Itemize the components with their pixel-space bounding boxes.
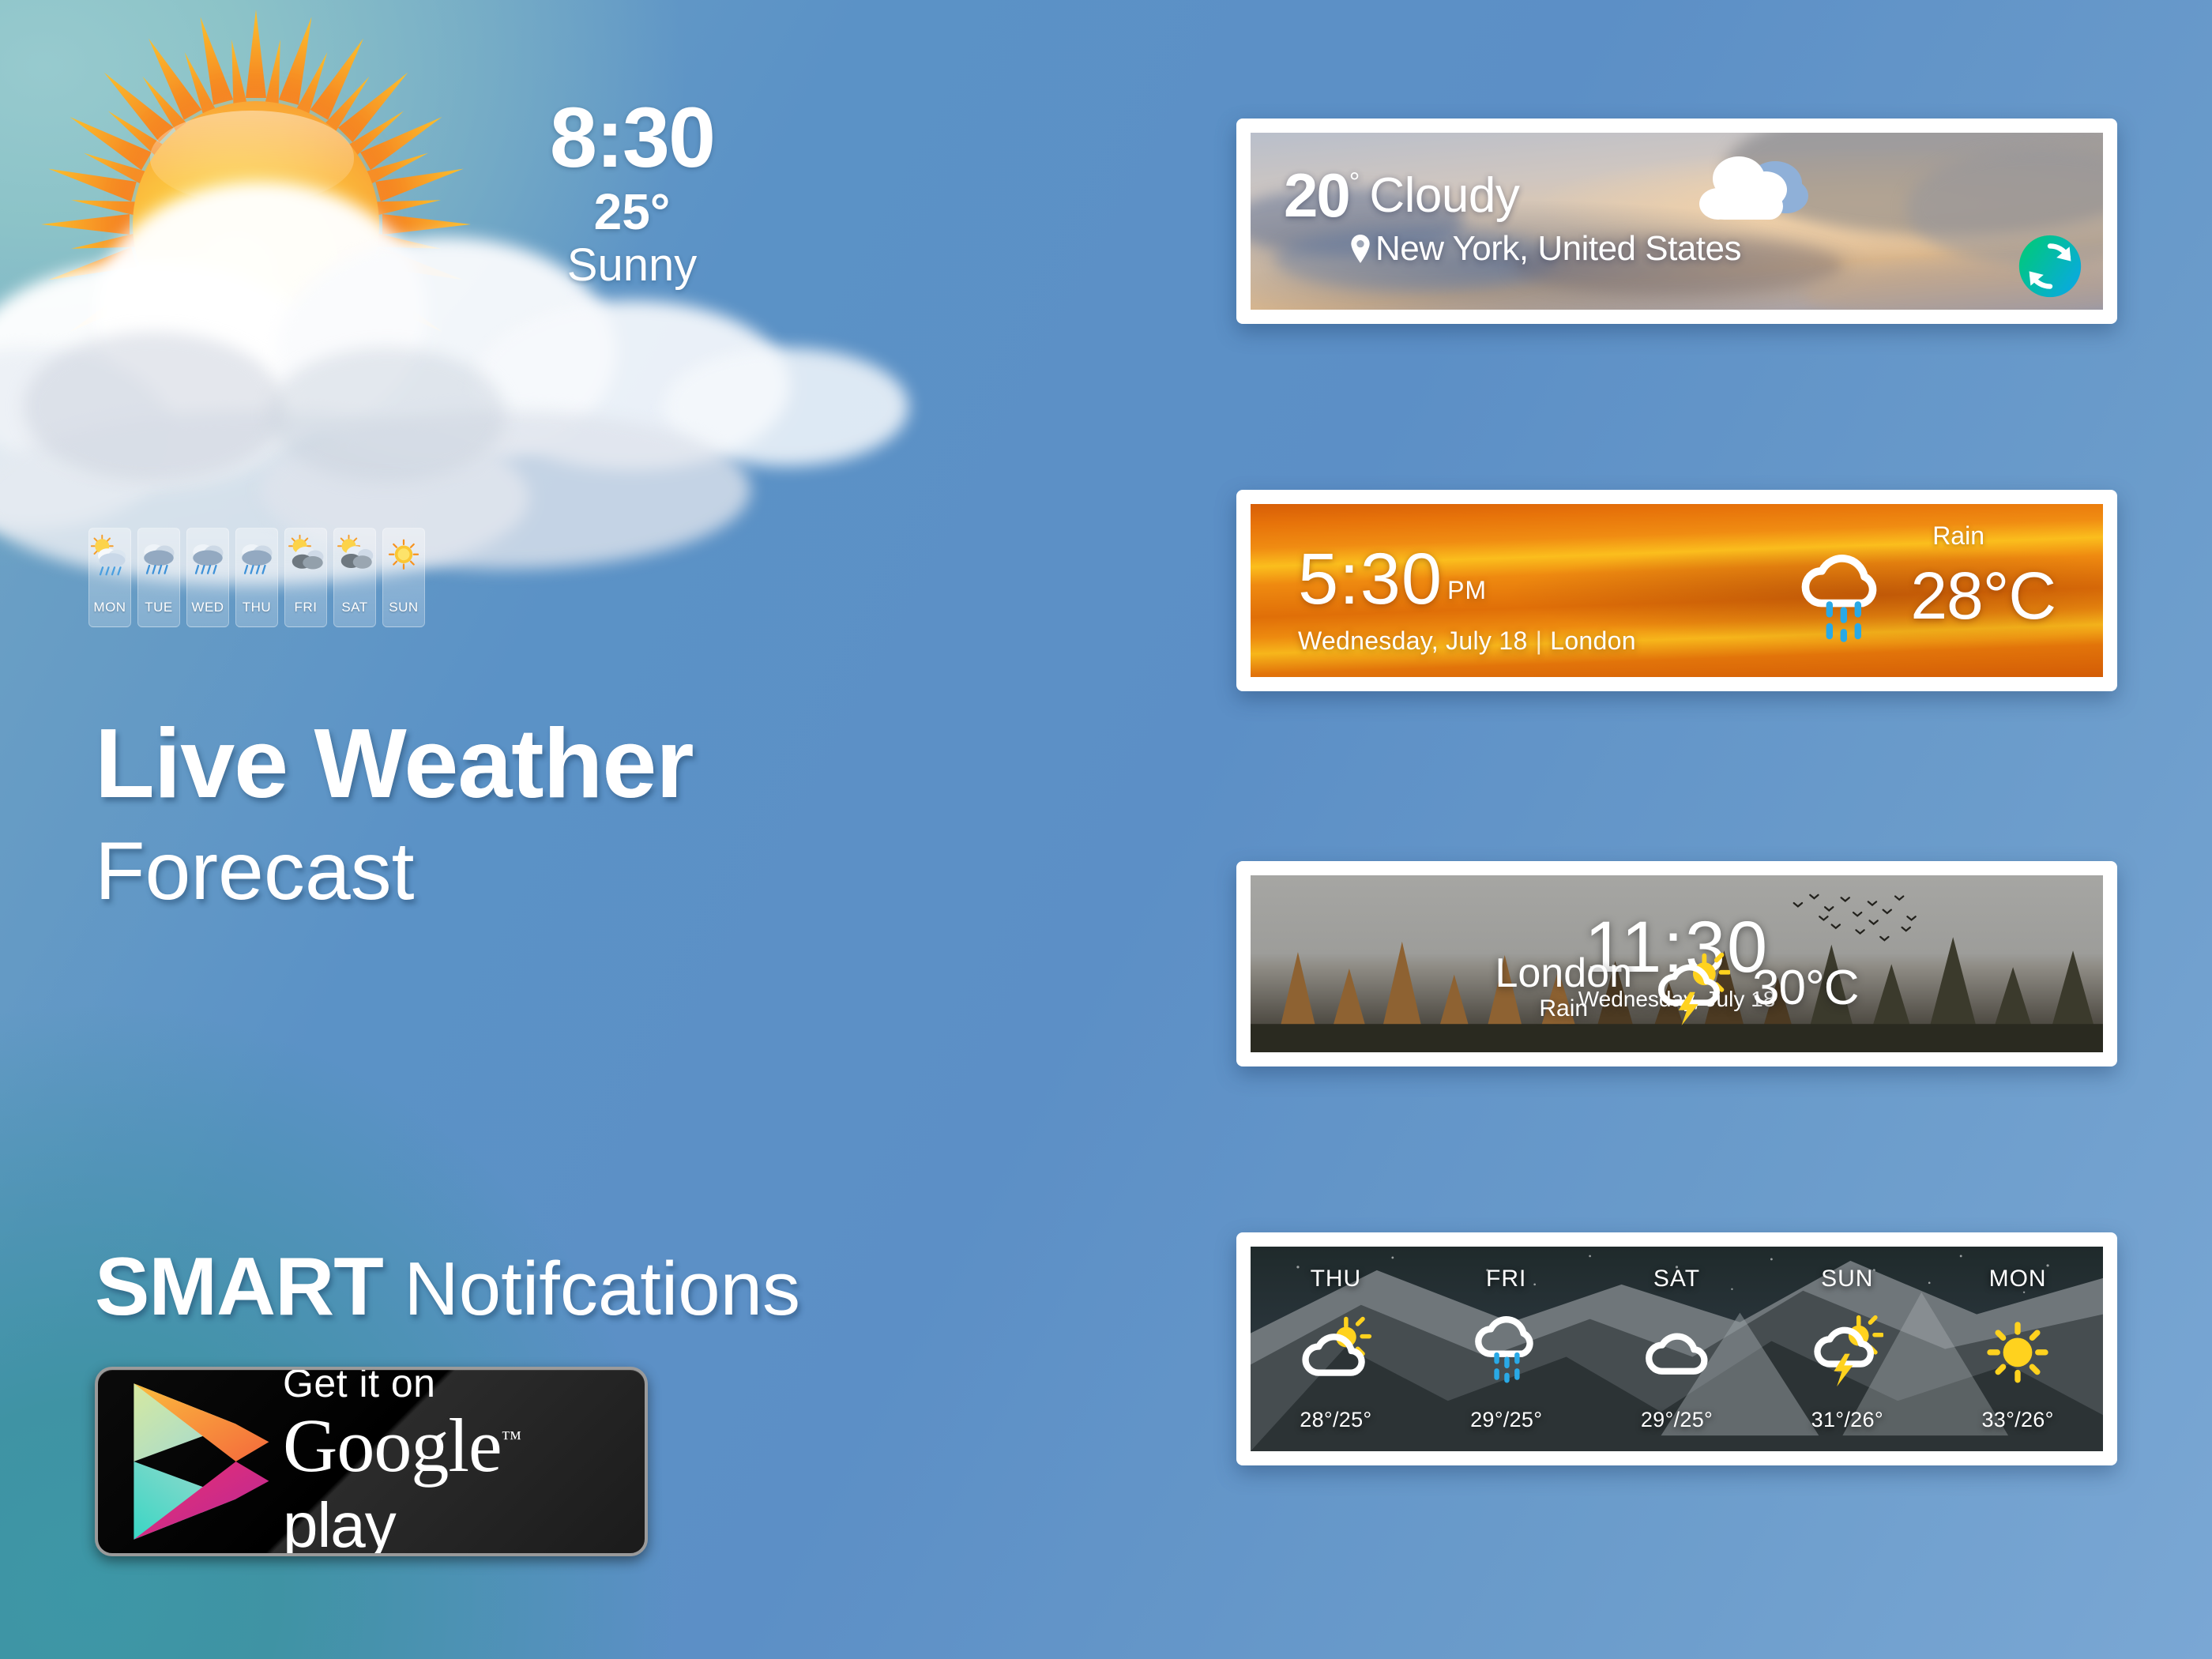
card1-location-text: New York, United States bbox=[1375, 228, 1741, 268]
cloud-icon bbox=[1646, 1333, 1708, 1375]
sun-icon bbox=[388, 539, 419, 570]
hero-clock: 8:30 25° Sunny bbox=[490, 95, 774, 290]
sun-cloud-rain-icon bbox=[91, 534, 126, 576]
cloud-icon bbox=[1699, 156, 1808, 220]
cloud-rain-icon bbox=[193, 544, 224, 574]
google-play-trademark: ™ bbox=[501, 1427, 522, 1450]
week-day-label: SUN bbox=[389, 600, 419, 615]
card4-forecast-grid: THU 28°/25° FRI 29°/25° SAT 29°/25° SUN … bbox=[1251, 1247, 2103, 1451]
card3-condition: Rain bbox=[1539, 995, 1589, 1021]
week-day-fri[interactable]: FRI bbox=[284, 528, 327, 627]
week-day-sat[interactable]: SAT bbox=[333, 528, 376, 627]
cloud-rain-icon bbox=[242, 544, 273, 574]
map-pin-icon bbox=[1351, 234, 1370, 263]
week-day-label: MON bbox=[93, 600, 126, 615]
hero-clock-time: 8:30 bbox=[549, 89, 716, 185]
week-day-wed[interactable]: WED bbox=[186, 528, 229, 627]
google-play-play: play bbox=[283, 1490, 397, 1556]
google-play-wordmark: Google™ play bbox=[283, 1408, 645, 1556]
smart-notifications-line: SMART Notifcations bbox=[95, 1240, 800, 1334]
forecast-day-temps: 31°/26° bbox=[1811, 1408, 1883, 1431]
week-day-label: SAT bbox=[341, 600, 368, 615]
card1-condition: Cloudy bbox=[1369, 168, 1520, 223]
card2-weather-block: 28°C bbox=[1795, 548, 2056, 643]
card1-location-row: New York, United States bbox=[1350, 229, 1741, 269]
smart-label-bold: SMART bbox=[95, 1241, 384, 1333]
headline-main: Live Weather bbox=[95, 709, 694, 818]
week-day-mon[interactable]: MON bbox=[88, 528, 131, 627]
week-day-tue[interactable]: TUE bbox=[137, 528, 180, 627]
card1-text-block: 20 ° Cloudy New York, United States bbox=[1284, 160, 1741, 269]
card1-degree-symbol: ° bbox=[1349, 167, 1360, 198]
sun-cloud-icon bbox=[1302, 1316, 1371, 1376]
week-day-label: THU bbox=[242, 600, 272, 615]
hero-panel: 8:30 25° Sunny MON TUE WED THU FRI SAT S… bbox=[0, 0, 1201, 1659]
forecast-day-label: MON bbox=[1988, 1266, 2047, 1292]
cloud-rain-icon bbox=[1474, 1316, 1533, 1383]
card3-temperature: 30°C bbox=[1752, 960, 1860, 1015]
week-day-label: TUE bbox=[145, 600, 173, 615]
forecast-day-thu[interactable]: THU 28°/25° bbox=[1251, 1266, 1421, 1432]
sun-clouds-icon bbox=[337, 534, 374, 569]
sun-clouds-icon bbox=[288, 534, 324, 570]
week-forecast-strip: MON TUE WED THU FRI SAT SUN bbox=[88, 528, 425, 627]
headline-block: Live Weather Forecast bbox=[95, 715, 694, 912]
smart-label-light: Notifcations bbox=[382, 1247, 800, 1331]
forecast-day-label: SAT bbox=[1653, 1266, 1701, 1292]
card2-condition: Rain bbox=[1932, 521, 1984, 550]
forecast-day-temps: 28°/25° bbox=[1300, 1408, 1372, 1431]
forecast-day-fri[interactable]: FRI 29°/25° bbox=[1421, 1266, 1592, 1432]
cloud-rain-icon bbox=[144, 544, 175, 574]
card2-city: London bbox=[1550, 626, 1636, 656]
forecast-day-mon[interactable]: MON 33°/26° bbox=[1932, 1266, 2103, 1432]
card2-time-block: 5:30 PM Wednesday, July 18 | London bbox=[1298, 543, 1636, 656]
headline-sub: Forecast bbox=[95, 826, 415, 917]
week-day-thu[interactable]: THU bbox=[235, 528, 278, 627]
refresh-icon[interactable] bbox=[2018, 234, 2082, 299]
hero-clock-condition: Sunny bbox=[566, 239, 698, 291]
week-day-sun[interactable]: SUN bbox=[382, 528, 425, 627]
google-play-get-it-on: Get it on bbox=[283, 1367, 436, 1405]
week-day-label: WED bbox=[191, 600, 224, 615]
forecast-day-temps: 29°/25° bbox=[1640, 1408, 1714, 1431]
forecast-day-sun[interactable]: SUN 31°/26° bbox=[1762, 1266, 1932, 1432]
sun-icon bbox=[1987, 1322, 2048, 1383]
forecast-day-label: FRI bbox=[1486, 1266, 1527, 1292]
london-sunset-widget[interactable]: 5:30 PM Wednesday, July 18 | London Rain 28… bbox=[1236, 490, 2117, 691]
card2-temperature: 28°C bbox=[1910, 558, 2056, 633]
forecast-day-sat[interactable]: SAT 29°/25° bbox=[1592, 1266, 1762, 1432]
cloudy-new-york-widget[interactable]: 20 ° Cloudy New York, United States bbox=[1236, 118, 2117, 324]
google-play-triangle-icon bbox=[134, 1383, 269, 1540]
card2-time: 5:30 bbox=[1298, 539, 1443, 619]
card2-date-row: Wednesday, July 18 | London bbox=[1298, 626, 1636, 656]
five-day-forecast-widget[interactable]: THU 28°/25° FRI 29°/25° SAT 29°/25° SUN … bbox=[1236, 1232, 2117, 1465]
card2-meridiem: PM bbox=[1447, 575, 1488, 604]
google-play-brand: Google bbox=[283, 1403, 502, 1488]
forecast-day-label: SUN bbox=[1821, 1266, 1874, 1292]
card3-city: London bbox=[1495, 950, 1632, 996]
forecast-day-temps: 29°/25° bbox=[1470, 1408, 1543, 1431]
london-forest-widget[interactable]: 11:30 Wednesday, July 18 London Rain 30°… bbox=[1236, 861, 2117, 1066]
card2-separator: | bbox=[1535, 626, 1543, 656]
sun-cloud-thunder-icon bbox=[1658, 952, 1730, 1025]
card3-weather-block: London Rain 30°C bbox=[1251, 950, 2103, 1025]
forecast-day-label: THU bbox=[1310, 1266, 1362, 1292]
card2-date: Wednesday, July 18 bbox=[1298, 626, 1528, 656]
forecast-day-temps: 33°/26° bbox=[1981, 1408, 2054, 1431]
hero-clock-temperature: 25° bbox=[593, 183, 671, 240]
google-play-text: Get it on Google™ play bbox=[283, 1367, 645, 1556]
cloud-rain-icon bbox=[1801, 555, 1877, 642]
google-play-badge[interactable]: Get it on Google™ play bbox=[95, 1367, 648, 1556]
week-day-label: FRI bbox=[294, 600, 318, 615]
card1-temperature: 20 bbox=[1284, 160, 1351, 230]
sun-cloud-thunder-icon bbox=[1814, 1315, 1884, 1387]
